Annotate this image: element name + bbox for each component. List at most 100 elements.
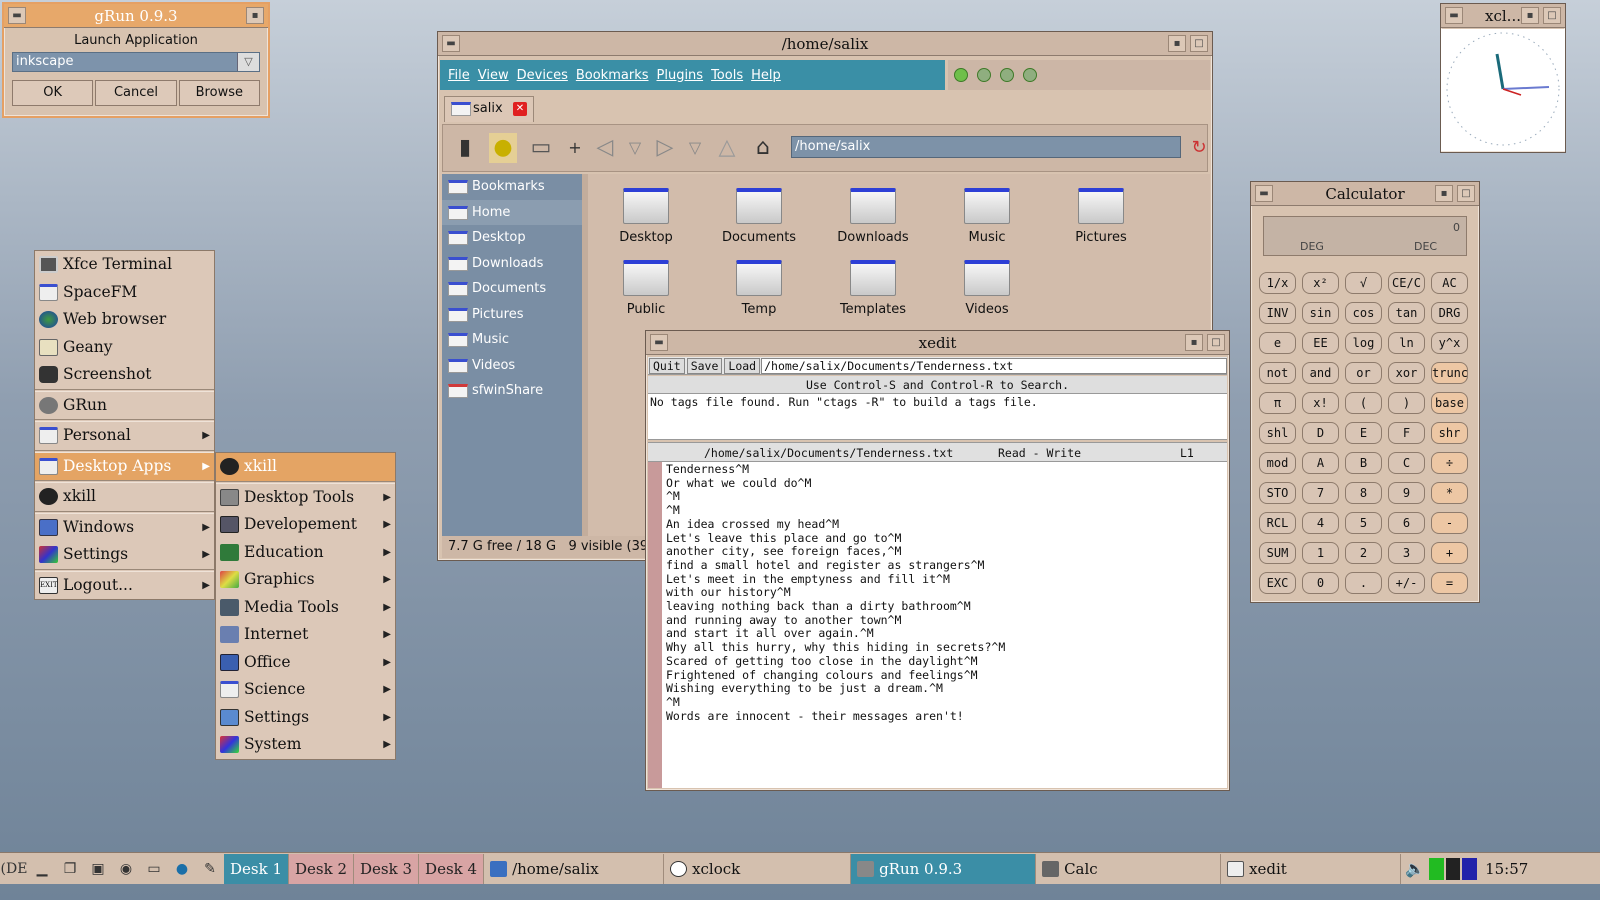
menu-devices[interactable]: Devices: [517, 68, 568, 83]
minimize-icon[interactable]: ▪: [1168, 35, 1186, 52]
maximize-icon[interactable]: □: [1190, 35, 1208, 52]
submenu-item-xkill[interactable]: xkill: [216, 453, 395, 481]
menu-item-geany[interactable]: Geany: [35, 334, 214, 362]
calc-key[interactable]: F: [1388, 422, 1425, 444]
menu-item-grun[interactable]: GRun: [35, 392, 214, 420]
task-grun[interactable]: gRun 0.9.3: [851, 853, 1037, 884]
calc-key[interactable]: D: [1302, 422, 1339, 444]
calc-key[interactable]: x!: [1302, 392, 1339, 414]
calc-key[interactable]: or: [1345, 362, 1382, 384]
window-menu-icon[interactable]: ▬: [1255, 185, 1273, 202]
calc-key[interactable]: *: [1431, 482, 1468, 504]
calc-key[interactable]: ÷: [1431, 452, 1468, 474]
task-xedit[interactable]: xedit: [1221, 853, 1402, 884]
menu-item-personal[interactable]: Personal ▶: [35, 422, 214, 450]
text-area[interactable]: Tenderness^M Or what we could do^M ^M ^M An …: [648, 462, 1227, 788]
calc-key[interactable]: STO: [1259, 482, 1296, 504]
grun-command-input[interactable]: inkscape ▽: [12, 52, 260, 72]
folder-icon[interactable]: ▭: [140, 854, 168, 884]
sidebar-item-videos[interactable]: Videos: [442, 353, 582, 379]
calc-key[interactable]: =: [1431, 572, 1468, 594]
calc-key[interactable]: RCL: [1259, 512, 1296, 534]
folder-item[interactable]: Temp: [709, 260, 809, 317]
menu-item-settings[interactable]: Settings ▶: [35, 541, 214, 569]
calc-key[interactable]: 5: [1345, 512, 1382, 534]
cancel-button[interactable]: Cancel: [95, 80, 177, 106]
xedit-titlebar[interactable]: ▬ xedit ▪ □: [646, 331, 1229, 355]
menu-item-spacefm[interactable]: SpaceFM: [35, 279, 214, 307]
close-tab-icon[interactable]: ✕: [513, 102, 527, 116]
camera-icon[interactable]: ◉: [112, 854, 140, 884]
calc-key[interactable]: x²: [1302, 272, 1339, 294]
device-icon[interactable]: ▮: [451, 133, 479, 163]
submenu-item-desktop-tools[interactable]: Desktop Tools ▶: [216, 484, 395, 512]
calc-key[interactable]: C: [1388, 452, 1425, 474]
desk-3[interactable]: Desk 3: [354, 853, 420, 884]
calc-key[interactable]: 7: [1302, 482, 1339, 504]
sidebar-item-documents[interactable]: Documents: [442, 276, 582, 302]
calc-key[interactable]: mod: [1259, 452, 1296, 474]
calc-key[interactable]: 9: [1388, 482, 1425, 504]
calc-key[interactable]: shr: [1431, 422, 1468, 444]
menu-file[interactable]: File: [448, 68, 470, 83]
submenu-item-system[interactable]: System ▶: [216, 731, 395, 759]
calc-key[interactable]: 2: [1345, 542, 1382, 564]
calc-key[interactable]: trunc: [1431, 362, 1468, 384]
new-window-icon[interactable]: ▭: [527, 133, 555, 163]
calc-key[interactable]: 0: [1302, 572, 1339, 594]
calc-key[interactable]: not: [1259, 362, 1296, 384]
folder-item[interactable]: Desktop: [596, 188, 696, 245]
tab-salix[interactable]: salix ✕: [444, 96, 534, 122]
calc-key[interactable]: xor: [1388, 362, 1425, 384]
menu-item-xfce-terminal[interactable]: Xfce Terminal: [35, 251, 214, 279]
go-icon[interactable]: ●: [489, 133, 517, 163]
calc-key[interactable]: A: [1302, 452, 1339, 474]
calc-key[interactable]: AC: [1431, 272, 1468, 294]
sidebar-item-downloads[interactable]: Downloads: [442, 251, 582, 277]
calc-key[interactable]: base: [1431, 392, 1468, 414]
fm-titlebar[interactable]: ▬ /home/salix ▪ □: [438, 32, 1212, 56]
home-icon[interactable]: ⌂: [749, 133, 777, 163]
calc-key[interactable]: +/-: [1388, 572, 1425, 594]
submenu-item-media-tools[interactable]: Media Tools ▶: [216, 594, 395, 622]
fm-path-input[interactable]: /home/salix: [791, 136, 1181, 158]
folder-item[interactable]: Videos: [937, 260, 1037, 317]
forward-history-icon[interactable]: ▽: [681, 133, 709, 163]
calc-key[interactable]: tan: [1388, 302, 1425, 324]
menu-plugins[interactable]: Plugins: [657, 68, 704, 83]
calc-key[interactable]: SUM: [1259, 542, 1296, 564]
load-button[interactable]: Load: [724, 357, 761, 374]
calc-key[interactable]: shl: [1259, 422, 1296, 444]
menu-help[interactable]: Help: [751, 68, 781, 83]
calc-key[interactable]: DRG: [1431, 302, 1468, 324]
submenu-item-settings[interactable]: Settings ▶: [216, 704, 395, 732]
calc-key[interactable]: 1: [1302, 542, 1339, 564]
filename-input[interactable]: /home/salix/Documents/Tenderness.txt: [761, 357, 1227, 374]
calc-key[interactable]: 1/x: [1259, 272, 1296, 294]
chevron-down-icon[interactable]: ▽: [237, 53, 259, 71]
menu-view[interactable]: View: [478, 68, 509, 83]
submenu-item-office[interactable]: Office ▶: [216, 649, 395, 677]
calc-titlebar[interactable]: ▬ Calculator ▪ □: [1251, 182, 1479, 206]
calc-key[interactable]: -: [1431, 512, 1468, 534]
calc-key[interactable]: 3: [1388, 542, 1425, 564]
menu-item-windows[interactable]: Windows ▶: [35, 514, 214, 542]
quit-button[interactable]: Quit: [649, 357, 685, 374]
calc-key[interactable]: B: [1345, 452, 1382, 474]
menu-item-logout[interactable]: EXIT Logout... ▶: [35, 572, 214, 600]
calc-key[interactable]: √: [1345, 272, 1382, 294]
submenu-item-education[interactable]: Education ▶: [216, 539, 395, 567]
xclock-titlebar[interactable]: ▬ xcl... ▪ □: [1441, 4, 1565, 28]
calc-key[interactable]: 8: [1345, 482, 1382, 504]
calc-key[interactable]: EXC: [1259, 572, 1296, 594]
submenu-item-graphics[interactable]: Graphics ▶: [216, 566, 395, 594]
folder-item[interactable]: Downloads: [823, 188, 923, 245]
sidebar-item-music[interactable]: Music: [442, 327, 582, 353]
minimize-icon[interactable]: ▪: [1521, 7, 1539, 24]
calc-key[interactable]: e: [1259, 332, 1296, 354]
calc-key[interactable]: ): [1388, 392, 1425, 414]
geany-icon[interactable]: ✎: [196, 854, 224, 884]
ok-button[interactable]: OK: [12, 80, 94, 106]
up-icon[interactable]: △: [713, 133, 741, 163]
calc-key[interactable]: (: [1345, 392, 1382, 414]
